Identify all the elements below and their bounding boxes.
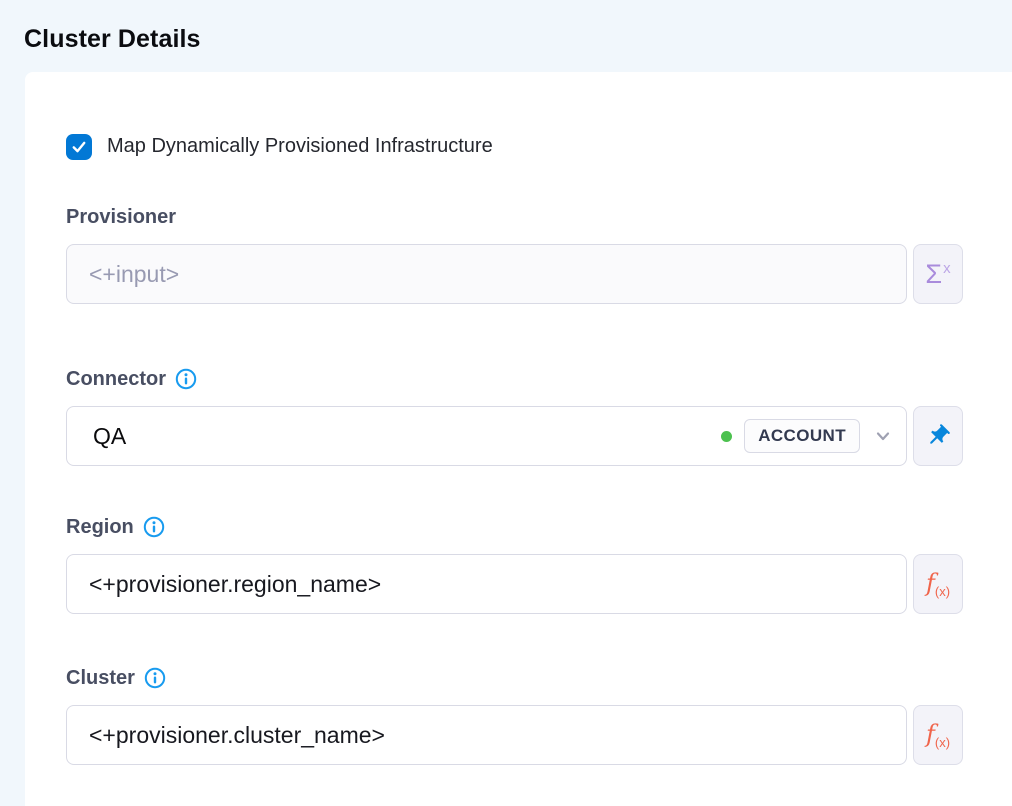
fx-expression-icon: f(x) <box>926 722 950 749</box>
sigma-expression-icon: Σx <box>925 261 950 288</box>
provisioner-input[interactable] <box>66 244 907 304</box>
provisioner-field: Σx <box>66 244 963 304</box>
connector-field: QA ACCOUNT <box>66 406 963 466</box>
provisioner-label: Provisioner <box>66 206 176 229</box>
map-dynamic-infra-label: Map Dynamically Provisioned Infrastructu… <box>107 135 493 158</box>
pushpin-icon <box>925 423 951 449</box>
connector-status-dot <box>721 431 732 442</box>
cluster-info-icon[interactable] <box>144 667 166 689</box>
connector-label-row: Connector <box>66 366 963 392</box>
cluster-label-row: Cluster <box>66 665 963 691</box>
connector-pin-button[interactable] <box>913 406 963 466</box>
connector-scope-badge: ACCOUNT <box>744 419 860 453</box>
cluster-details-card: Map Dynamically Provisioned Infrastructu… <box>25 72 1012 806</box>
connector-value: QA <box>93 423 126 450</box>
region-expression-button[interactable]: f(x) <box>913 554 963 614</box>
region-info-icon[interactable] <box>143 516 165 538</box>
cluster-input[interactable] <box>66 705 907 765</box>
fx-expression-icon: f(x) <box>926 571 950 598</box>
region-input[interactable] <box>66 554 907 614</box>
cluster-expression-button[interactable]: f(x) <box>913 705 963 765</box>
runtime-input-type-button[interactable]: Σx <box>913 244 963 304</box>
map-dynamic-infra-checkbox[interactable] <box>66 134 92 160</box>
connector-info-icon[interactable] <box>175 368 197 390</box>
region-label: Region <box>66 516 134 539</box>
region-label-row: Region <box>66 514 963 540</box>
provisioner-label-row: Provisioner <box>66 204 963 230</box>
cluster-field: f(x) <box>66 705 963 765</box>
checkmark-icon <box>70 138 88 156</box>
page-title: Cluster Details <box>24 25 201 54</box>
connector-select[interactable]: QA ACCOUNT <box>66 406 907 466</box>
chevron-down-icon[interactable] <box>873 426 893 446</box>
connector-label: Connector <box>66 368 166 391</box>
map-dynamic-infra-row: Map Dynamically Provisioned Infrastructu… <box>66 133 963 160</box>
region-field: f(x) <box>66 554 963 614</box>
cluster-label: Cluster <box>66 667 135 690</box>
